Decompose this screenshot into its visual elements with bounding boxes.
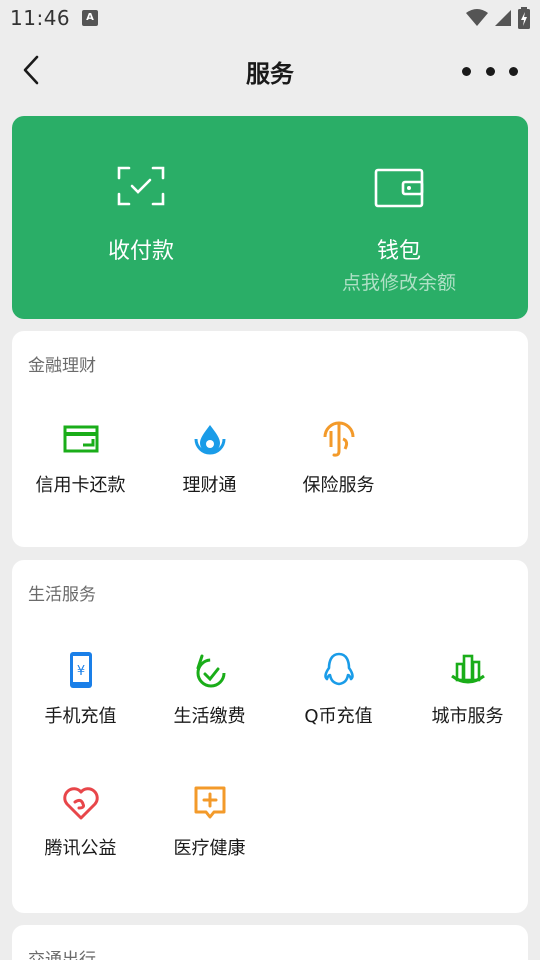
wifi-icon [466,9,488,26]
city-service-item[interactable]: 城市服务 [403,650,532,760]
q-coin-recharge-label: Q币充值 [304,706,373,727]
city-service-label: 城市服务 [431,706,504,727]
wallet-card: 收付款 钱包 点我修改余额 [12,116,528,319]
section-title-life: 生活服务 [28,585,96,605]
wallet-button[interactable]: 钱包 点我修改余额 [270,116,528,319]
q-coin-recharge-item[interactable]: Q币充值 [274,650,403,760]
a-notification-icon: A [82,10,98,26]
credit-card-icon [63,425,98,453]
insurance-label: 保险服务 [302,475,375,496]
qq-penguin-icon [323,652,354,686]
wealth-drop-icon [194,425,225,455]
status-indicators [466,6,530,30]
bill-pay-item[interactable]: 生活缴费 [145,650,274,760]
city-service-icon [450,654,485,684]
more-dots-icon [462,66,471,76]
section-title-transport: 交通出行 [28,950,96,960]
insurance-item[interactable]: 保险服务 [274,419,403,529]
insurance-umbrella-icon [323,421,354,457]
credit-card-repay-label: 信用卡还款 [35,475,126,496]
battery-charging-icon [518,7,530,29]
medical-cross-icon [194,786,225,819]
credit-card-repay-item[interactable]: 信用卡还款 [16,419,145,529]
wallet-label: 钱包 [376,239,421,264]
life-services-section: 生活服务 ¥ 手机充值 生活缴费 Q币充值 城市服务 腾讯公益 医疗健康 [12,560,528,913]
phone-recharge-item[interactable]: ¥ 手机充值 [16,650,145,760]
finance-section: 金融理财 信用卡还款 理财通 保险服务 [12,331,528,547]
page-title: 服务 [246,60,294,88]
medical-health-label: 医疗健康 [173,838,246,859]
more-button[interactable] [462,62,518,80]
tencent-charity-item[interactable]: 腾讯公益 [16,782,145,892]
wealth-item[interactable]: 理财通 [145,419,274,529]
transport-section: 交通出行 [12,925,528,960]
scan-check-icon [117,166,165,206]
charity-heart-icon [62,787,99,820]
pay-receive-button[interactable]: 收付款 [12,116,270,319]
more-dot [485,66,495,76]
svg-text:¥: ¥ [76,664,84,679]
status-bar: 11:46 A [0,0,540,36]
phone-recharge-icon: ¥ [69,652,92,688]
bill-pay-label: 生活缴费 [173,706,246,727]
tencent-charity-label: 腾讯公益 [44,838,117,859]
nav-bar: 服务 [0,36,540,104]
status-time: 11:46 [10,6,71,30]
wallet-balance-hint[interactable]: 点我修改余额 [270,268,528,295]
pay-receive-label: 收付款 [107,239,174,264]
signal-icon [495,10,511,26]
section-title-finance: 金融理财 [28,356,96,376]
wealth-label: 理财通 [182,475,237,496]
medical-health-item[interactable]: 医疗健康 [145,782,274,892]
bill-pay-icon [196,654,225,688]
wallet-icon [374,168,424,208]
phone-recharge-label: 手机充值 [44,706,117,727]
more-dot [509,66,518,76]
